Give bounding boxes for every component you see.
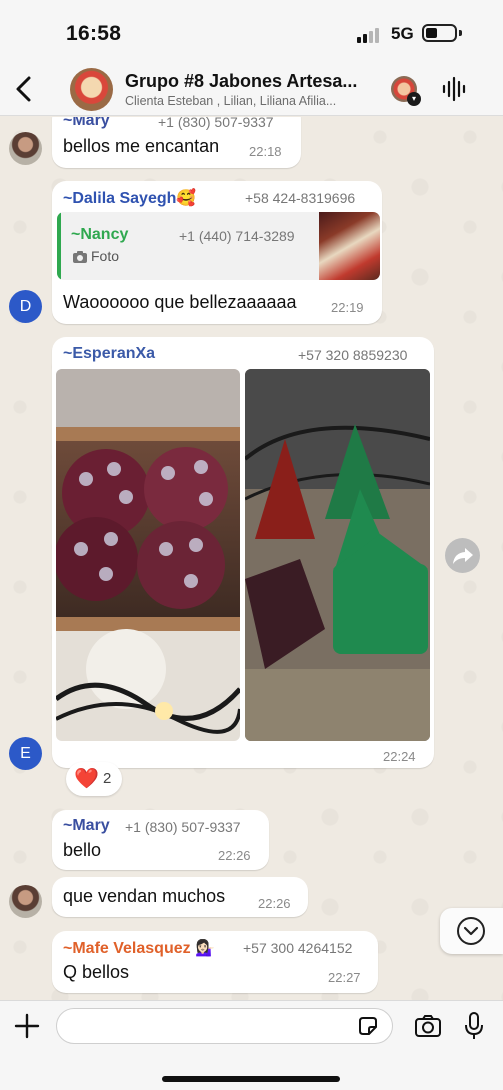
- camera-icon: [415, 1015, 441, 1037]
- signal-icon: [357, 27, 383, 43]
- message-sender[interactable]: ~Mafe Velasquez 💁🏻‍♀️: [63, 938, 215, 958]
- message-bubble[interactable]: ~Dalila Sayegh🥰 +58 424-8319696 ~Nancy +…: [52, 181, 382, 324]
- avatar-mary[interactable]: [9, 132, 42, 165]
- message-bubble[interactable]: que vendan muchos 22:26: [52, 877, 308, 917]
- quoted-message[interactable]: ~Nancy +1 (440) 714-3289 Foto: [57, 212, 380, 280]
- message-sender[interactable]: ~Mary: [63, 817, 110, 835]
- message-sender[interactable]: ~Mary: [63, 117, 110, 130]
- message-bubble[interactable]: ~EsperanXa +57 320 8859230 22:24: [52, 337, 434, 768]
- input-bar: [0, 1000, 503, 1090]
- message-phone: +57 320 8859230: [298, 347, 408, 363]
- message-text: que vendan muchos: [63, 886, 226, 906]
- camera-icon: [73, 250, 87, 264]
- camera-button[interactable]: [414, 1014, 442, 1038]
- chat-header: Grupo #8 Jabones Artesa... Clienta Esteb…: [0, 64, 503, 116]
- message-phone: +1 (830) 507-9337: [125, 819, 241, 835]
- reaction-count: 2: [103, 770, 112, 787]
- group-title[interactable]: Grupo #8 Jabones Artesa...: [125, 71, 375, 92]
- message-text: bello: [63, 840, 102, 860]
- quote-bar: [57, 212, 61, 280]
- message-bubble[interactable]: ~Mary +1 (830) 507-9337 bello 22:26: [52, 810, 269, 870]
- heart-icon: ❤️: [74, 768, 99, 790]
- message-time: 22:24: [383, 749, 416, 764]
- voice-wave-icon: [442, 76, 466, 102]
- scroll-to-bottom-button[interactable]: [440, 908, 503, 954]
- mic-button[interactable]: [463, 1011, 485, 1041]
- reaction-badge[interactable]: ❤️ 2: [66, 762, 122, 796]
- quote-label: Foto: [91, 248, 120, 264]
- sticker-icon: [359, 1017, 377, 1035]
- message-time: 22:27: [328, 970, 361, 985]
- message-sender[interactable]: ~Dalila Sayegh🥰: [63, 188, 196, 208]
- photo-soaps-christmas[interactable]: [245, 369, 430, 741]
- photo-soaps-box[interactable]: [56, 369, 240, 741]
- message-text: bellos me encantan: [63, 136, 220, 156]
- sticker-button[interactable]: [357, 1015, 379, 1037]
- status-time: 16:58: [66, 22, 122, 45]
- message-text: Q bellos: [63, 962, 130, 982]
- message-bubble[interactable]: ~Mary +1 (830) 507-9337 bellos me encant…: [52, 117, 301, 168]
- chat-area[interactable]: ~Mary +1 (830) 507-9337 bellos me encant…: [0, 117, 503, 1000]
- message-phone: +1 (830) 507-9337: [158, 117, 274, 130]
- forward-button[interactable]: [445, 538, 480, 573]
- message-phone: +57 300 4264152: [243, 940, 353, 956]
- mic-icon: [465, 1012, 483, 1039]
- battery-icon: [422, 24, 457, 42]
- chevron-down-icon: [457, 917, 485, 945]
- network-label: 5G: [391, 24, 414, 43]
- back-button[interactable]: [12, 74, 36, 104]
- message-time: 22:26: [258, 896, 291, 911]
- quote-phone: +1 (440) 714-3289: [179, 228, 295, 244]
- quote-sender: ~Nancy: [71, 226, 129, 243]
- voice-chat-button[interactable]: [441, 76, 469, 102]
- status-bar: 16:58 5G: [0, 0, 503, 64]
- forward-icon: [453, 548, 473, 564]
- message-input[interactable]: [56, 1008, 393, 1044]
- message-time: 22:18: [249, 144, 282, 159]
- avatar-dalila[interactable]: D: [9, 290, 42, 323]
- battery-tip: [459, 30, 462, 36]
- plus-icon: [14, 1013, 40, 1039]
- back-icon: [16, 76, 31, 102]
- avatar-esperanxa[interactable]: E: [9, 737, 42, 770]
- chevron-down-icon: ▾: [407, 92, 421, 106]
- message-phone: +58 424-8319696: [245, 190, 356, 206]
- quote-thumbnail: [319, 212, 380, 280]
- home-indicator: [162, 1076, 340, 1082]
- avatar-mary[interactable]: [9, 885, 42, 918]
- group-avatar[interactable]: [70, 68, 113, 111]
- message-time: 22:19: [331, 300, 364, 315]
- group-members[interactable]: Clienta Esteban , Lilian, Liliana Afilia…: [125, 94, 377, 108]
- message-time: 22:26: [218, 848, 251, 863]
- message-sender[interactable]: ~EsperanXa: [63, 345, 155, 363]
- attach-button[interactable]: [13, 1012, 41, 1040]
- message-bubble[interactable]: ~Mafe Velasquez 💁🏻‍♀️ +57 300 4264152 Q …: [52, 931, 378, 993]
- status-avatar-button[interactable]: ▾: [391, 76, 421, 106]
- message-text: Waoooooo que bellezaaaaaa: [63, 292, 297, 312]
